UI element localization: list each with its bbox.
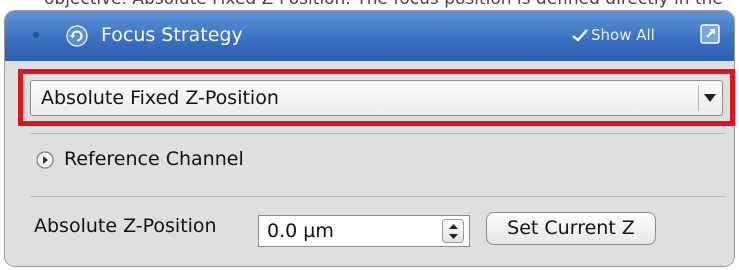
- show-all-toggle[interactable]: Show All: [591, 23, 655, 47]
- refresh-icon[interactable]: [65, 24, 89, 48]
- focus-mode-selected-value: Absolute Fixed Z-Position: [41, 87, 279, 109]
- dropdown-button[interactable]: [698, 85, 720, 111]
- reference-channel-toggle[interactable]: Reference Channel: [64, 145, 244, 173]
- panel-title: Focus Strategy: [101, 24, 243, 46]
- check-icon[interactable]: [572, 28, 588, 42]
- collapse-dot-icon[interactable]: [33, 32, 39, 38]
- absolute-z-position-field[interactable]: 0.0 µm: [258, 215, 470, 247]
- absolute-z-position-value: 0.0 µm: [267, 220, 334, 242]
- panel-title-bar[interactable]: Focus Strategy Show All: [5, 11, 734, 61]
- set-current-z-button[interactable]: Set Current Z: [486, 212, 656, 245]
- divider: [30, 196, 725, 197]
- divider: [30, 133, 725, 134]
- page: objective. Absolute Fixed Z-Position: Th…: [0, 0, 739, 270]
- z-position-stepper[interactable]: [442, 219, 464, 243]
- focus-mode-dropdown[interactable]: Absolute Fixed Z-Position: [30, 80, 723, 116]
- stepper-icon: [449, 224, 458, 239]
- chevron-down-icon: [704, 94, 716, 102]
- popout-icon[interactable]: [700, 24, 720, 44]
- expand-arrow-icon[interactable]: [36, 151, 54, 169]
- absolute-z-position-label: Absolute Z-Position: [34, 215, 217, 237]
